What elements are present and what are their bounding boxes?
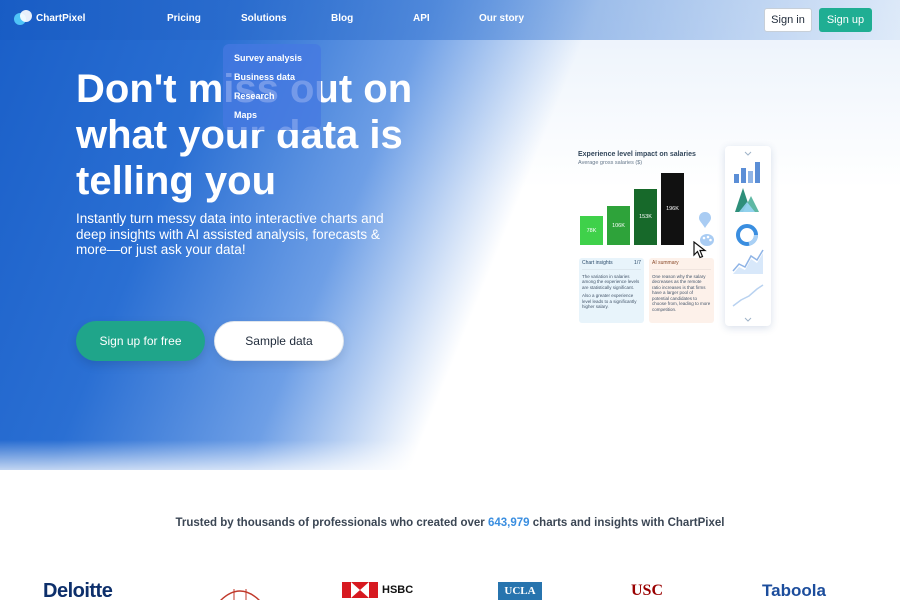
mockup-bar-label: 196K (666, 206, 679, 212)
cursor-icon (693, 240, 707, 264)
sample-data-button[interactable]: Sample data (214, 321, 344, 361)
insights-text-1: The variation in salaries among the expe… (582, 273, 640, 290)
ucla-logo: UCLA (498, 582, 542, 600)
donut-chart-thumb-icon[interactable] (736, 224, 758, 246)
nav-link-api[interactable]: API (413, 13, 430, 24)
chevron-up-icon[interactable] (744, 151, 752, 156)
bridge-logo-icon (220, 585, 260, 600)
dropdown-item-survey-analysis[interactable]: Survey analysis (234, 53, 321, 72)
insights-text-2: Also a greater experience level leads to… (582, 293, 637, 309)
lightbulb-icon[interactable] (699, 212, 711, 233)
area-chart-thumb-icon[interactable] (735, 188, 759, 212)
chevron-down-icon[interactable] (744, 317, 752, 322)
customer-logos: Deloitte HSBC UCLA USC Taboola (0, 580, 900, 600)
hsbc-logo-text: HSBC (382, 584, 414, 596)
signup-free-button[interactable]: Sign up for free (76, 321, 205, 361)
mockup-bar-label: 153K (639, 214, 652, 220)
insights-page: 1/7 (634, 260, 641, 266)
trend-chart-thumb-icon[interactable] (732, 284, 764, 307)
signin-button[interactable]: Sign in (764, 8, 812, 32)
dropdown-item-maps[interactable]: Maps (234, 110, 321, 129)
mockup-bar-label: 78K (586, 227, 597, 234)
line-chart-thumb-icon[interactable] (732, 249, 764, 274)
logo[interactable]: ChartPixel (14, 10, 85, 26)
insights-title: Chart insights (582, 260, 613, 266)
chart-count: 643,979 (488, 517, 530, 529)
mockup-bar-label: 106K (612, 222, 625, 229)
chartpixel-logo-icon (14, 10, 32, 26)
mockup-chart-subtitle: Average gross salaries ($) (578, 160, 643, 166)
ai-summary-card: AI summary One reason why the salary dec… (649, 258, 714, 323)
nav-link-pricing[interactable]: Pricing (167, 13, 201, 24)
trusted-suffix: charts and insights with ChartPixel (532, 517, 725, 529)
top-nav: ChartPixel Pricing Solutions Blog API Ou… (0, 0, 900, 40)
solutions-dropdown: Survey analysis Business data Research M… (223, 44, 321, 130)
logo-text: ChartPixel (36, 12, 86, 24)
nav-link-blog[interactable]: Blog (331, 13, 353, 24)
signup-button[interactable]: Sign up (819, 8, 872, 32)
taboola-logo: Taboola (762, 581, 826, 600)
hero-subline: Instantly turn messy data into interacti… (76, 211, 384, 257)
mockup-bar[interactable]: 196K (661, 173, 684, 245)
nav-link-solutions[interactable]: Solutions (241, 13, 287, 24)
mockup-bar[interactable]: 78K (580, 216, 603, 245)
deloitte-logo: Deloitte (43, 580, 113, 600)
trusted-line: Trusted by thousands of professionals wh… (0, 517, 900, 529)
usc-logo: USC (631, 582, 664, 599)
hsbc-logo: HSBC (342, 582, 413, 598)
insights-header: Chart insights 1/7 (582, 260, 641, 270)
chart-insights-card: Chart insights 1/7 The variation in sala… (579, 258, 644, 323)
chart-type-strip (725, 146, 771, 326)
nav-link-our-story[interactable]: Our story (479, 13, 524, 24)
mockup-chart-title: Experience level impact on salaries (578, 151, 696, 158)
bar-chart-thumb-icon[interactable] (734, 162, 760, 183)
hsbc-hexagon-icon (342, 582, 378, 598)
mockup-bar[interactable]: 153K (634, 189, 657, 245)
dropdown-item-research[interactable]: Research (234, 91, 321, 110)
summary-text: One reason why the salary decreases as t… (652, 273, 711, 312)
trusted-prefix: Trusted by thousands of professionals wh… (175, 517, 485, 529)
mockup-bar[interactable]: 106K (607, 206, 630, 245)
dropdown-item-business-data[interactable]: Business data (234, 72, 321, 91)
